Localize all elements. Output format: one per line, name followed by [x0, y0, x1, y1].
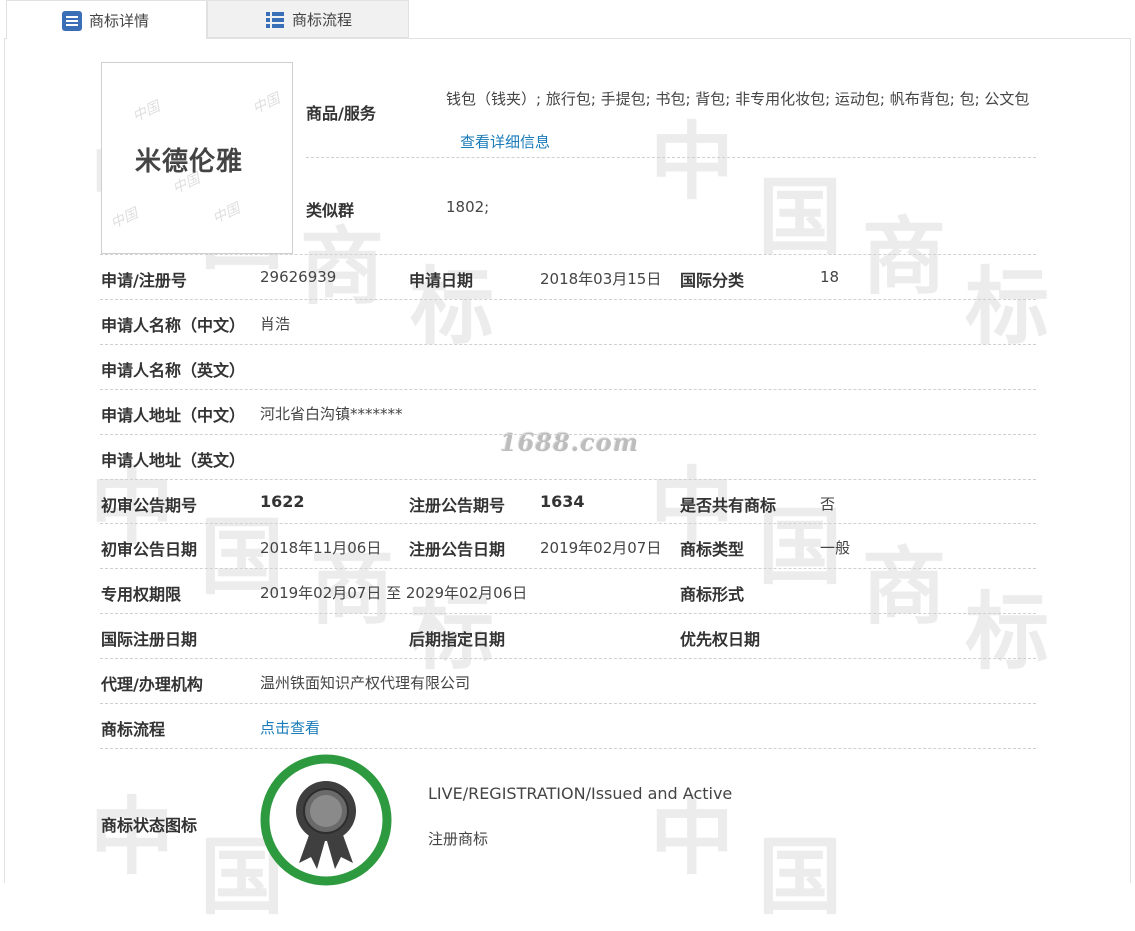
list-grid-icon — [266, 12, 284, 28]
agent-label: 代理/办理机构 — [101, 675, 203, 694]
intl-class-label: 国际分类 — [680, 271, 745, 290]
tab-trademark-detail[interactable]: 商标详情 — [6, 0, 207, 39]
divider — [100, 479, 1036, 480]
reg-no-label: 申请/注册号 — [101, 271, 187, 290]
shared-label: 是否共有商标 — [680, 496, 777, 515]
background-watermark: 标 — [965, 582, 1050, 681]
background-watermark: 国 — [758, 827, 843, 926]
divider — [100, 389, 1036, 390]
similar-group-label: 类似群 — [306, 201, 355, 220]
process-label: 商标流程 — [101, 720, 166, 739]
logo-watermark: 中国 — [210, 200, 243, 228]
tab-label: 商标流程 — [292, 10, 353, 29]
later-date-label: 后期指定日期 — [409, 630, 506, 649]
divider — [100, 613, 1036, 614]
site-watermark: 1688.com — [500, 428, 640, 457]
similar-group-value: 1802; — [446, 198, 490, 216]
status-icon-label: 商标状态图标 — [101, 816, 198, 835]
tm-type-label: 商标类型 — [680, 540, 745, 559]
background-watermark: 商 — [862, 537, 947, 636]
tab-label: 商标详情 — [89, 11, 150, 30]
divider — [100, 344, 1036, 345]
goods-label: 商品/服务 — [306, 104, 376, 123]
prelim-date-value: 2018年11月06日 — [260, 539, 382, 557]
background-watermark: 商 — [862, 207, 947, 306]
goods-value: 钱包（钱夹）; 旅行包; 手提包; 书包; 背包; 非专用化妆包; 运动包; 帆… — [446, 78, 1036, 164]
divider — [100, 748, 1036, 749]
prelim-issue-value: 1622 — [260, 492, 305, 511]
document-list-icon — [62, 11, 82, 31]
applicant-en-label: 申请人名称（英文） — [101, 361, 246, 380]
reg-issue-value: 1634 — [540, 492, 585, 511]
tm-form-label: 商标形式 — [680, 585, 745, 604]
reg-date-value: 2019年02月07日 — [540, 539, 662, 557]
panel-border — [1130, 38, 1131, 883]
reg-no-value: 29626939 — [260, 268, 337, 286]
divider — [100, 523, 1036, 524]
shared-value: 否 — [820, 495, 836, 513]
exclusive-value: 2019年02月07日 至 2029年02月06日 — [260, 584, 528, 602]
divider — [100, 703, 1036, 704]
logo-watermark: 中国 — [130, 98, 163, 126]
intl-class-value: 18 — [820, 268, 840, 286]
view-detail-link[interactable]: 查看详细信息 — [460, 133, 550, 151]
prelim-issue-label: 初审公告期号 — [101, 496, 198, 515]
intl-reg-date-label: 国际注册日期 — [101, 630, 198, 649]
registered-medal-icon — [260, 754, 392, 886]
reg-issue-label: 注册公告期号 — [409, 496, 506, 515]
status-en: LIVE/REGISTRATION/Issued and Active — [428, 784, 733, 803]
panel-border — [4, 38, 5, 883]
background-watermark: 国 — [758, 167, 843, 266]
tm-type-value: 一般 — [820, 539, 851, 557]
background-watermark: 标 — [965, 257, 1050, 356]
divider — [100, 254, 1036, 255]
trademark-wordmark: 米德伦雅 — [135, 147, 244, 177]
goods-text: 钱包（钱夹）; 旅行包; 手提包; 书包; 背包; 非专用化妆包; 运动包; 帆… — [446, 90, 1030, 108]
logo-watermark: 中国 — [108, 205, 141, 233]
applicant-cn-value: 肖浩 — [260, 315, 291, 333]
agent-value: 温州铁面知识产权代理有限公司 — [260, 674, 471, 692]
address-cn-label: 申请人地址（中文） — [101, 406, 246, 425]
background-watermark: 标 — [410, 257, 495, 356]
priority-label: 优先权日期 — [680, 630, 761, 649]
address-en-label: 申请人地址（英文） — [101, 451, 246, 470]
trademark-image: 中国 中国 中国 中国 中国 米德伦雅 — [101, 62, 293, 254]
view-process-link[interactable]: 点击查看 — [260, 717, 320, 738]
divider — [100, 568, 1036, 569]
logo-watermark: 中国 — [250, 90, 283, 118]
applicant-cn-label: 申请人名称（中文） — [101, 316, 246, 335]
divider — [100, 658, 1036, 659]
divider — [100, 299, 1036, 300]
reg-date-label: 注册公告日期 — [409, 540, 506, 559]
tab-trademark-flow[interactable]: 商标流程 — [207, 0, 409, 38]
address-cn-value: 河北省白沟镇******* — [260, 405, 403, 423]
status-cn: 注册商标 — [428, 830, 489, 848]
tab-bar: 商标详情 商标流程 — [0, 0, 1135, 39]
prelim-date-label: 初审公告日期 — [101, 540, 198, 559]
apply-date-label: 申请日期 — [409, 271, 474, 290]
exclusive-label: 专用权期限 — [101, 585, 182, 604]
divider — [100, 434, 1036, 435]
apply-date-value: 2018年03月15日 — [540, 270, 662, 288]
